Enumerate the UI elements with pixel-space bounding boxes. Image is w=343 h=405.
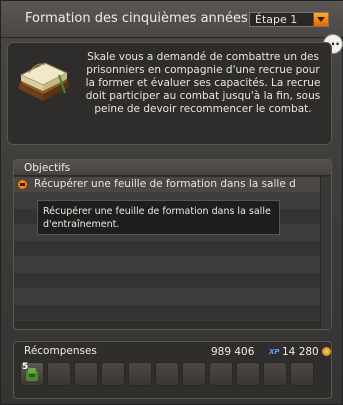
objectives-section: Objectifs Récupérer une feuille de forma… bbox=[13, 159, 332, 330]
step-select-value: Étape 1 bbox=[255, 13, 298, 26]
reward-slot[interactable]: 5 bbox=[20, 362, 44, 386]
list-item bbox=[14, 257, 331, 273]
item-count: 5 bbox=[22, 362, 29, 372]
list-item bbox=[14, 241, 331, 257]
reward-slot[interactable] bbox=[236, 362, 260, 386]
objective-label: Récupérer une feuille de formation dans … bbox=[34, 178, 296, 190]
reward-slot[interactable] bbox=[47, 362, 71, 386]
xp-icon: XP bbox=[269, 348, 280, 356]
objectives-scrollbar[interactable] bbox=[320, 177, 331, 329]
rewards-title: Récompenses bbox=[24, 345, 97, 357]
quest-book-icon bbox=[17, 62, 71, 101]
quest-title: Formation des cinquièmes années bbox=[25, 11, 248, 26]
list-item bbox=[14, 289, 331, 305]
kama-coin-icon bbox=[322, 347, 331, 356]
quest-description: Skale vous a demandé de combattre un des… bbox=[85, 51, 321, 115]
kamas-value: 14 280 bbox=[282, 346, 319, 358]
step-select[interactable]: Étape 1 bbox=[249, 12, 329, 27]
list-item bbox=[14, 305, 331, 321]
reward-slot[interactable] bbox=[128, 362, 152, 386]
quest-header: Formation des cinquièmes années Étape 1 bbox=[1, 1, 343, 38]
objectives-list: Récupérer une feuille de formation dans … bbox=[14, 177, 331, 321]
reward-slot[interactable] bbox=[209, 362, 233, 386]
rewards-section: Récompenses 989 406 XP 14 280 5 bbox=[13, 341, 332, 399]
chevron-down-icon[interactable] bbox=[313, 13, 328, 26]
objective-tooltip: Récupérer une feuille de formation dans … bbox=[37, 200, 280, 235]
reward-slot[interactable] bbox=[290, 362, 314, 386]
objective-pending-icon bbox=[17, 179, 28, 190]
reward-slot[interactable] bbox=[182, 362, 206, 386]
reward-slot[interactable] bbox=[263, 362, 287, 386]
reward-slot[interactable] bbox=[74, 362, 98, 386]
objective-row[interactable]: Récupérer une feuille de formation dans … bbox=[14, 177, 331, 193]
reward-slot[interactable] bbox=[101, 362, 125, 386]
quest-panel: Formation des cinquièmes années Étape 1 … bbox=[0, 0, 343, 405]
objectives-title: Objectifs bbox=[14, 160, 331, 176]
reward-slot[interactable] bbox=[155, 362, 179, 386]
list-item bbox=[14, 273, 331, 289]
xp-value: 989 406 bbox=[211, 346, 255, 358]
